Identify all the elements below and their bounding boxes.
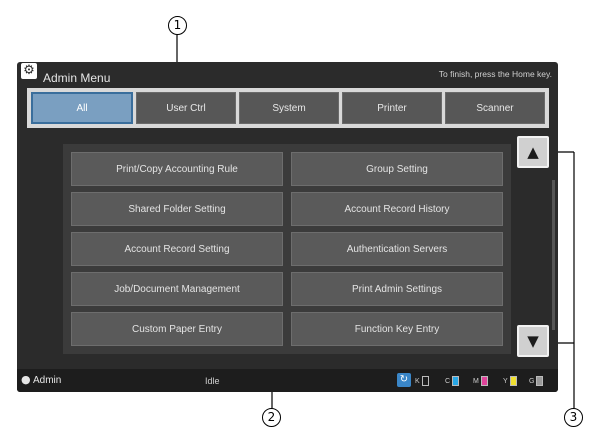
ink-k: K	[415, 376, 429, 386]
status-bar: ● Admin Idle ↻ K C M Y G	[17, 369, 558, 392]
ink-g: G	[529, 376, 544, 386]
user-icon: ●	[21, 373, 31, 386]
account-record-history-button[interactable]: Account Record History	[291, 192, 503, 226]
ink-m: M	[473, 376, 488, 386]
machine-status: Idle	[205, 376, 220, 386]
triangle-up-icon: ▲	[527, 143, 539, 161]
print-copy-accounting-rule-button[interactable]: Print/Copy Accounting Rule	[71, 152, 283, 186]
tab-user-ctrl[interactable]: User Ctrl	[136, 92, 236, 124]
page-title: Admin Menu	[43, 71, 111, 85]
authentication-servers-button[interactable]: Authentication Servers	[291, 232, 503, 266]
function-key-entry-button[interactable]: Function Key Entry	[291, 312, 503, 346]
ink-y: Y	[503, 376, 517, 386]
account-record-setting-button[interactable]: Account Record Setting	[71, 232, 283, 266]
device-screen: ⚙ Admin Menu To finish, press the Home k…	[17, 62, 558, 392]
callout-1: 1	[168, 16, 187, 35]
tab-scanner[interactable]: Scanner	[445, 92, 545, 124]
tab-system[interactable]: System	[239, 92, 339, 124]
refresh-icon[interactable]: ↻	[397, 373, 411, 387]
admin-menu-grid: Print/Copy Accounting Rule Group Setting…	[63, 144, 511, 354]
home-key-hint: To finish, press the Home key.	[438, 69, 552, 79]
job-document-management-button[interactable]: Job/Document Management	[71, 272, 283, 306]
tab-all[interactable]: All	[31, 92, 133, 124]
scroll-up-button[interactable]: ▲	[517, 136, 549, 168]
print-admin-settings-button[interactable]: Print Admin Settings	[291, 272, 503, 306]
callout-3: 3	[564, 408, 583, 427]
ink-c: C	[445, 376, 460, 386]
group-setting-button[interactable]: Group Setting	[291, 152, 503, 186]
title-bar: ⚙ Admin Menu To finish, press the Home k…	[17, 62, 558, 85]
custom-paper-entry-button[interactable]: Custom Paper Entry	[71, 312, 283, 346]
shared-folder-setting-button[interactable]: Shared Folder Setting	[71, 192, 283, 226]
tab-printer[interactable]: Printer	[342, 92, 442, 124]
scroll-down-button[interactable]: ▼	[517, 325, 549, 357]
logged-in-user: Admin	[33, 375, 62, 386]
scrollbar-track[interactable]	[552, 180, 555, 330]
category-tabs: All User Ctrl System Printer Scanner	[27, 88, 549, 128]
callout-2: 2	[262, 408, 281, 427]
triangle-down-icon: ▼	[527, 332, 539, 350]
gear-icon: ⚙	[21, 63, 37, 79]
